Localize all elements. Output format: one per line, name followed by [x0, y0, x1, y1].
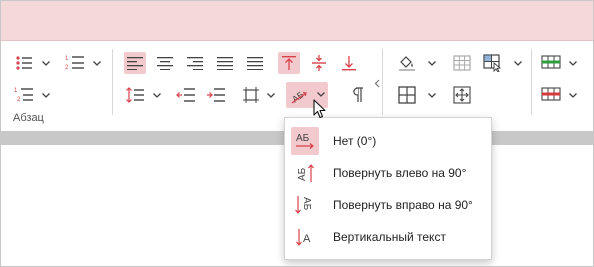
borders-dropdown[interactable]	[427, 90, 437, 100]
fit-button[interactable]	[451, 84, 473, 106]
border-color-green-icon	[541, 55, 561, 69]
cell-margins-icon	[243, 87, 259, 103]
text-direction-icon: АБ	[290, 89, 307, 105]
border-color-red-button[interactable]	[540, 84, 562, 106]
distributed-icon	[247, 57, 263, 70]
menu-item-label: Повернуть вправо на 90°	[333, 198, 473, 212]
border-color-green-button[interactable]	[540, 52, 562, 74]
select-cell-icon	[483, 54, 502, 72]
chevron-down-icon	[42, 92, 50, 98]
svg-text:1: 1	[65, 56, 69, 62]
chevron-down-icon	[569, 92, 577, 98]
border-color-red-icon	[541, 87, 561, 101]
shading-button[interactable]	[396, 52, 418, 74]
svg-text:АБ: АБ	[301, 197, 312, 211]
svg-text:А: А	[303, 233, 311, 245]
chevron-down-icon	[428, 60, 436, 66]
menu-item-label: Повернуть влево на 90°	[333, 166, 467, 180]
chevron-left-icon	[374, 79, 380, 88]
svg-text:2: 2	[17, 97, 21, 103]
cell-margins-dropdown[interactable]	[266, 90, 276, 100]
line-spacing-button[interactable]	[124, 84, 146, 106]
line-spacing-dropdown[interactable]	[152, 90, 162, 100]
group-label-paragraph: Абзац	[13, 112, 44, 124]
pointer-cursor-icon	[313, 99, 326, 119]
decrease-indent-button[interactable]	[175, 84, 197, 106]
select-cell-button[interactable]	[482, 52, 504, 74]
mouse-cursor	[313, 99, 327, 124]
chevron-down-icon	[42, 60, 50, 66]
chevron-down-icon	[267, 92, 275, 98]
table-grid-button[interactable]	[451, 52, 473, 74]
chevron-down-icon	[317, 92, 325, 97]
menu-item-label: Нет (0°)	[333, 134, 377, 148]
bulleted-list-icon	[16, 56, 32, 70]
align-right-icon	[187, 57, 203, 70]
show-formatting-marks-button[interactable]	[346, 84, 368, 106]
align-left-icon	[127, 57, 143, 70]
window: 1 2 1 2 АБ Абзац АБ Нет (0°) АБ Повернут…	[0, 0, 594, 267]
chevron-down-icon	[153, 92, 161, 98]
justify-icon	[217, 57, 233, 70]
select-cell-dropdown[interactable]	[513, 58, 523, 68]
table-grid-icon	[453, 55, 471, 71]
collapse-chevron[interactable]	[374, 79, 380, 91]
chevron-down-icon	[428, 92, 436, 98]
cell-margins-button[interactable]	[240, 84, 262, 106]
bulleted-list-button[interactable]	[13, 52, 35, 74]
separator	[112, 49, 113, 115]
menu-item-rotate-right[interactable]: АБ Повернуть вправо на 90°	[289, 189, 489, 221]
bulleted-list-dropdown[interactable]	[41, 58, 51, 68]
separator	[531, 49, 532, 115]
menu-item-rotate-left[interactable]: АБ Повернуть влево на 90°	[289, 157, 489, 189]
align-top-icon	[282, 56, 296, 70]
multilevel-list-button[interactable]: 1 2	[13, 84, 35, 106]
text-horizontal-icon: АБ	[291, 127, 319, 155]
distributed-button[interactable]	[244, 52, 266, 74]
text-rotate-left-icon: АБ	[291, 159, 319, 187]
increase-indent-icon	[207, 88, 225, 102]
line-spacing-icon	[126, 87, 144, 103]
svg-text:2: 2	[65, 65, 69, 71]
align-center-icon	[157, 57, 173, 70]
align-left-button[interactable]	[124, 52, 146, 74]
separator	[382, 49, 383, 115]
shading-dropdown[interactable]	[427, 58, 437, 68]
increase-indent-button[interactable]	[205, 84, 227, 106]
chevron-down-icon	[514, 60, 522, 66]
multilevel-list-icon: 1 2	[14, 88, 33, 103]
borders-icon	[398, 86, 416, 104]
numbered-list-button[interactable]: 1 2	[64, 52, 86, 74]
align-bottom-icon	[342, 56, 356, 71]
align-middle-icon	[312, 55, 326, 71]
svg-text:АБ: АБ	[296, 133, 310, 144]
align-center-button[interactable]	[154, 52, 176, 74]
menu-item-vertical[interactable]: А Вертикальный текст	[289, 221, 489, 253]
align-middle-button[interactable]	[308, 52, 330, 74]
svg-text:АБ: АБ	[297, 167, 308, 181]
menu-item-none[interactable]: АБ Нет (0°)	[289, 125, 489, 157]
svg-text:1: 1	[14, 88, 18, 94]
chevron-down-icon	[93, 60, 101, 66]
multilevel-list-dropdown[interactable]	[41, 90, 51, 100]
numbered-list-dropdown[interactable]	[92, 58, 102, 68]
text-direction-menu: АБ Нет (0°) АБ Повернуть влево на 90° АБ…	[284, 117, 492, 260]
fit-icon	[453, 86, 471, 104]
decrease-indent-icon	[176, 88, 195, 102]
pilcrow-icon	[353, 87, 363, 102]
borders-button[interactable]	[396, 84, 418, 106]
border-color-red-dropdown[interactable]	[568, 90, 578, 100]
align-right-button[interactable]	[184, 52, 206, 74]
numbered-list-icon: 1 2	[65, 56, 84, 71]
chevron-down-icon	[569, 60, 577, 66]
text-vertical-icon: А	[291, 223, 319, 251]
align-bottom-button[interactable]	[338, 52, 360, 74]
shading-icon	[399, 56, 415, 71]
border-color-green-dropdown[interactable]	[568, 58, 578, 68]
justify-button[interactable]	[214, 52, 236, 74]
title-strip	[1, 1, 593, 41]
text-rotate-right-icon: АБ	[291, 191, 319, 219]
align-top-button[interactable]	[278, 52, 300, 74]
menu-item-label: Вертикальный текст	[333, 230, 446, 244]
